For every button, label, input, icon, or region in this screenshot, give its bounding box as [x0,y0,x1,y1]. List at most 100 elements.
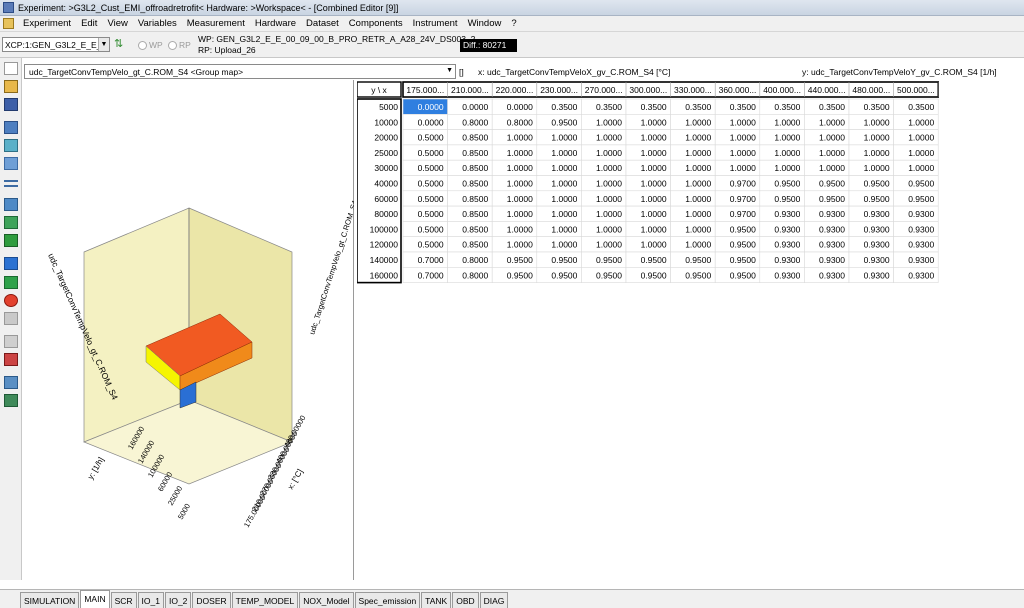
table-cell-value[interactable]: 1.0000 [641,194,667,204]
y-header-cell[interactable]: 5000 [379,102,398,112]
table-cell-value[interactable]: 1.0000 [596,209,622,219]
table-cell-value[interactable]: 1.0000 [596,240,622,250]
menu-components[interactable]: Components [344,18,408,29]
x-header-cell[interactable]: 500.000... [897,85,935,95]
table-cell-value[interactable]: 1.0000 [596,117,622,127]
table-cell-value[interactable]: 0.9300 [774,270,800,280]
table-cell-value[interactable]: 0.9500 [730,240,756,250]
table-cell-value[interactable]: 1.0000 [685,240,711,250]
rp-radio[interactable]: RP [168,40,191,50]
table-cell-value[interactable]: 1.0000 [551,209,577,219]
table-cell-value[interactable]: 0.3500 [730,102,756,112]
table-cell-value[interactable]: 0.9500 [730,255,756,265]
tab-nox-model[interactable]: NOX_Model [299,592,354,608]
table-cell-value[interactable]: 1.0000 [819,148,845,158]
table-cell-value[interactable]: 0.9300 [864,224,890,234]
search-icon[interactable] [4,376,18,389]
table-cell-value[interactable]: 0.8500 [462,163,488,173]
table-cell-value[interactable]: 1.0000 [908,148,934,158]
tab-scr[interactable]: SCR [110,592,137,608]
tab-simulation[interactable]: SIMULATION [20,592,80,608]
table-cell-value[interactable]: 1.0000 [908,133,934,143]
y-header-cell[interactable]: 120000 [370,240,399,250]
y-header-cell[interactable]: 160000 [370,270,399,280]
table-cell-value[interactable]: 1.0000 [641,148,667,158]
table-cell-value[interactable]: 1.0000 [596,224,622,234]
table-cell-value[interactable]: 0.9300 [908,255,934,265]
table-cell-value[interactable]: 0.9500 [908,194,934,204]
table-cell-value[interactable]: 0.0000 [507,102,533,112]
table-cell-value[interactable]: 1.0000 [685,224,711,234]
table-cell-value[interactable]: 0.9300 [864,270,890,280]
table-cell-value[interactable]: 0.9300 [774,255,800,265]
table-cell-value[interactable]: 1.0000 [641,179,667,189]
table-cell-value[interactable]: 1.0000 [596,148,622,158]
table-cell-value[interactable]: 0.0000 [418,117,444,127]
table-cell-value[interactable]: 0.8000 [507,117,533,127]
table-cell-value[interactable]: 0.5000 [418,133,444,143]
table-cell-value[interactable]: 0.9500 [551,117,577,127]
menu-view[interactable]: View [102,18,132,29]
x-header-cell[interactable]: 400.000... [763,85,801,95]
table-cell-value[interactable]: 0.0000 [418,102,444,112]
table-cell-value[interactable]: 1.0000 [507,163,533,173]
x-header-cell[interactable]: 270.000... [585,85,623,95]
table-cell-value[interactable]: 0.9300 [774,209,800,219]
table-cell-value[interactable]: 1.0000 [774,148,800,158]
table-cell-value[interactable]: 0.9700 [730,179,756,189]
table-cell-value[interactable]: 0.9300 [774,240,800,250]
x-header-cell[interactable]: 230.000... [540,85,578,95]
table-cell-value[interactable]: 1.0000 [641,117,667,127]
y-header-cell[interactable]: 25000 [374,148,398,158]
tab-main[interactable]: MAIN [80,590,110,608]
menu-edit[interactable]: Edit [76,18,102,29]
table-cell-value[interactable]: 0.9700 [730,194,756,204]
export-icon[interactable] [4,394,18,407]
graph-icon[interactable] [4,216,18,229]
table-cell-value[interactable]: 1.0000 [551,133,577,143]
menu-variables[interactable]: Variables [133,18,182,29]
table-cell-value[interactable]: 0.9500 [551,270,577,280]
table-cell-value[interactable]: 0.9500 [819,194,845,204]
x-header-cell[interactable]: 330.000... [674,85,712,95]
table-cell-value[interactable]: 1.0000 [551,163,577,173]
table-cell-value[interactable]: 1.0000 [685,133,711,143]
table-cell-value[interactable]: 1.0000 [685,194,711,204]
table-cell-value[interactable]: 0.8500 [462,133,488,143]
tools-icon[interactable] [4,234,18,247]
table-cell-value[interactable]: 0.9500 [864,179,890,189]
open-icon[interactable] [4,80,18,93]
table-cell-value[interactable]: 1.0000 [685,117,711,127]
y-header-cell[interactable]: 40000 [374,179,398,189]
table-cell-value[interactable]: 0.8500 [462,240,488,250]
table-cell-value[interactable]: 1.0000 [908,117,934,127]
table-cell-value[interactable]: 1.0000 [685,209,711,219]
table-cell-value[interactable]: 0.9300 [774,224,800,234]
table-cell-value[interactable]: 0.3500 [641,102,667,112]
table-cell-value[interactable]: 1.0000 [864,117,890,127]
table-cell-value[interactable]: 1.0000 [864,163,890,173]
disabled-tool-icon[interactable] [4,335,18,348]
layers-icon[interactable] [4,139,18,152]
table-cell-value[interactable]: 1.0000 [774,163,800,173]
table-cell-value[interactable]: 1.0000 [819,133,845,143]
table-cell-value[interactable]: 0.9500 [551,255,577,265]
table-cell-value[interactable]: 1.0000 [551,148,577,158]
table-cell-value[interactable]: 1.0000 [641,240,667,250]
table-cell-value[interactable]: 1.0000 [730,117,756,127]
table-cell-value[interactable]: 0.9300 [819,255,845,265]
table-cell-value[interactable]: 1.0000 [507,179,533,189]
blue-square-icon[interactable] [4,257,18,270]
table-cell-value[interactable]: 1.0000 [685,163,711,173]
table-cell-value[interactable]: 0.9500 [507,270,533,280]
table-cell-value[interactable]: 1.0000 [507,194,533,204]
table-cell-value[interactable]: 0.9500 [641,255,667,265]
tab-obd[interactable]: OBD [452,592,479,608]
table-cell-value[interactable]: 0.5000 [418,194,444,204]
table-cell-value[interactable]: 1.0000 [864,148,890,158]
table-cell-value[interactable]: 0.9500 [864,194,890,204]
grid-icon[interactable] [4,157,18,170]
table-cell-value[interactable]: 0.9300 [908,224,934,234]
save-icon[interactable] [4,98,18,111]
table-cell-value[interactable]: 1.0000 [774,133,800,143]
